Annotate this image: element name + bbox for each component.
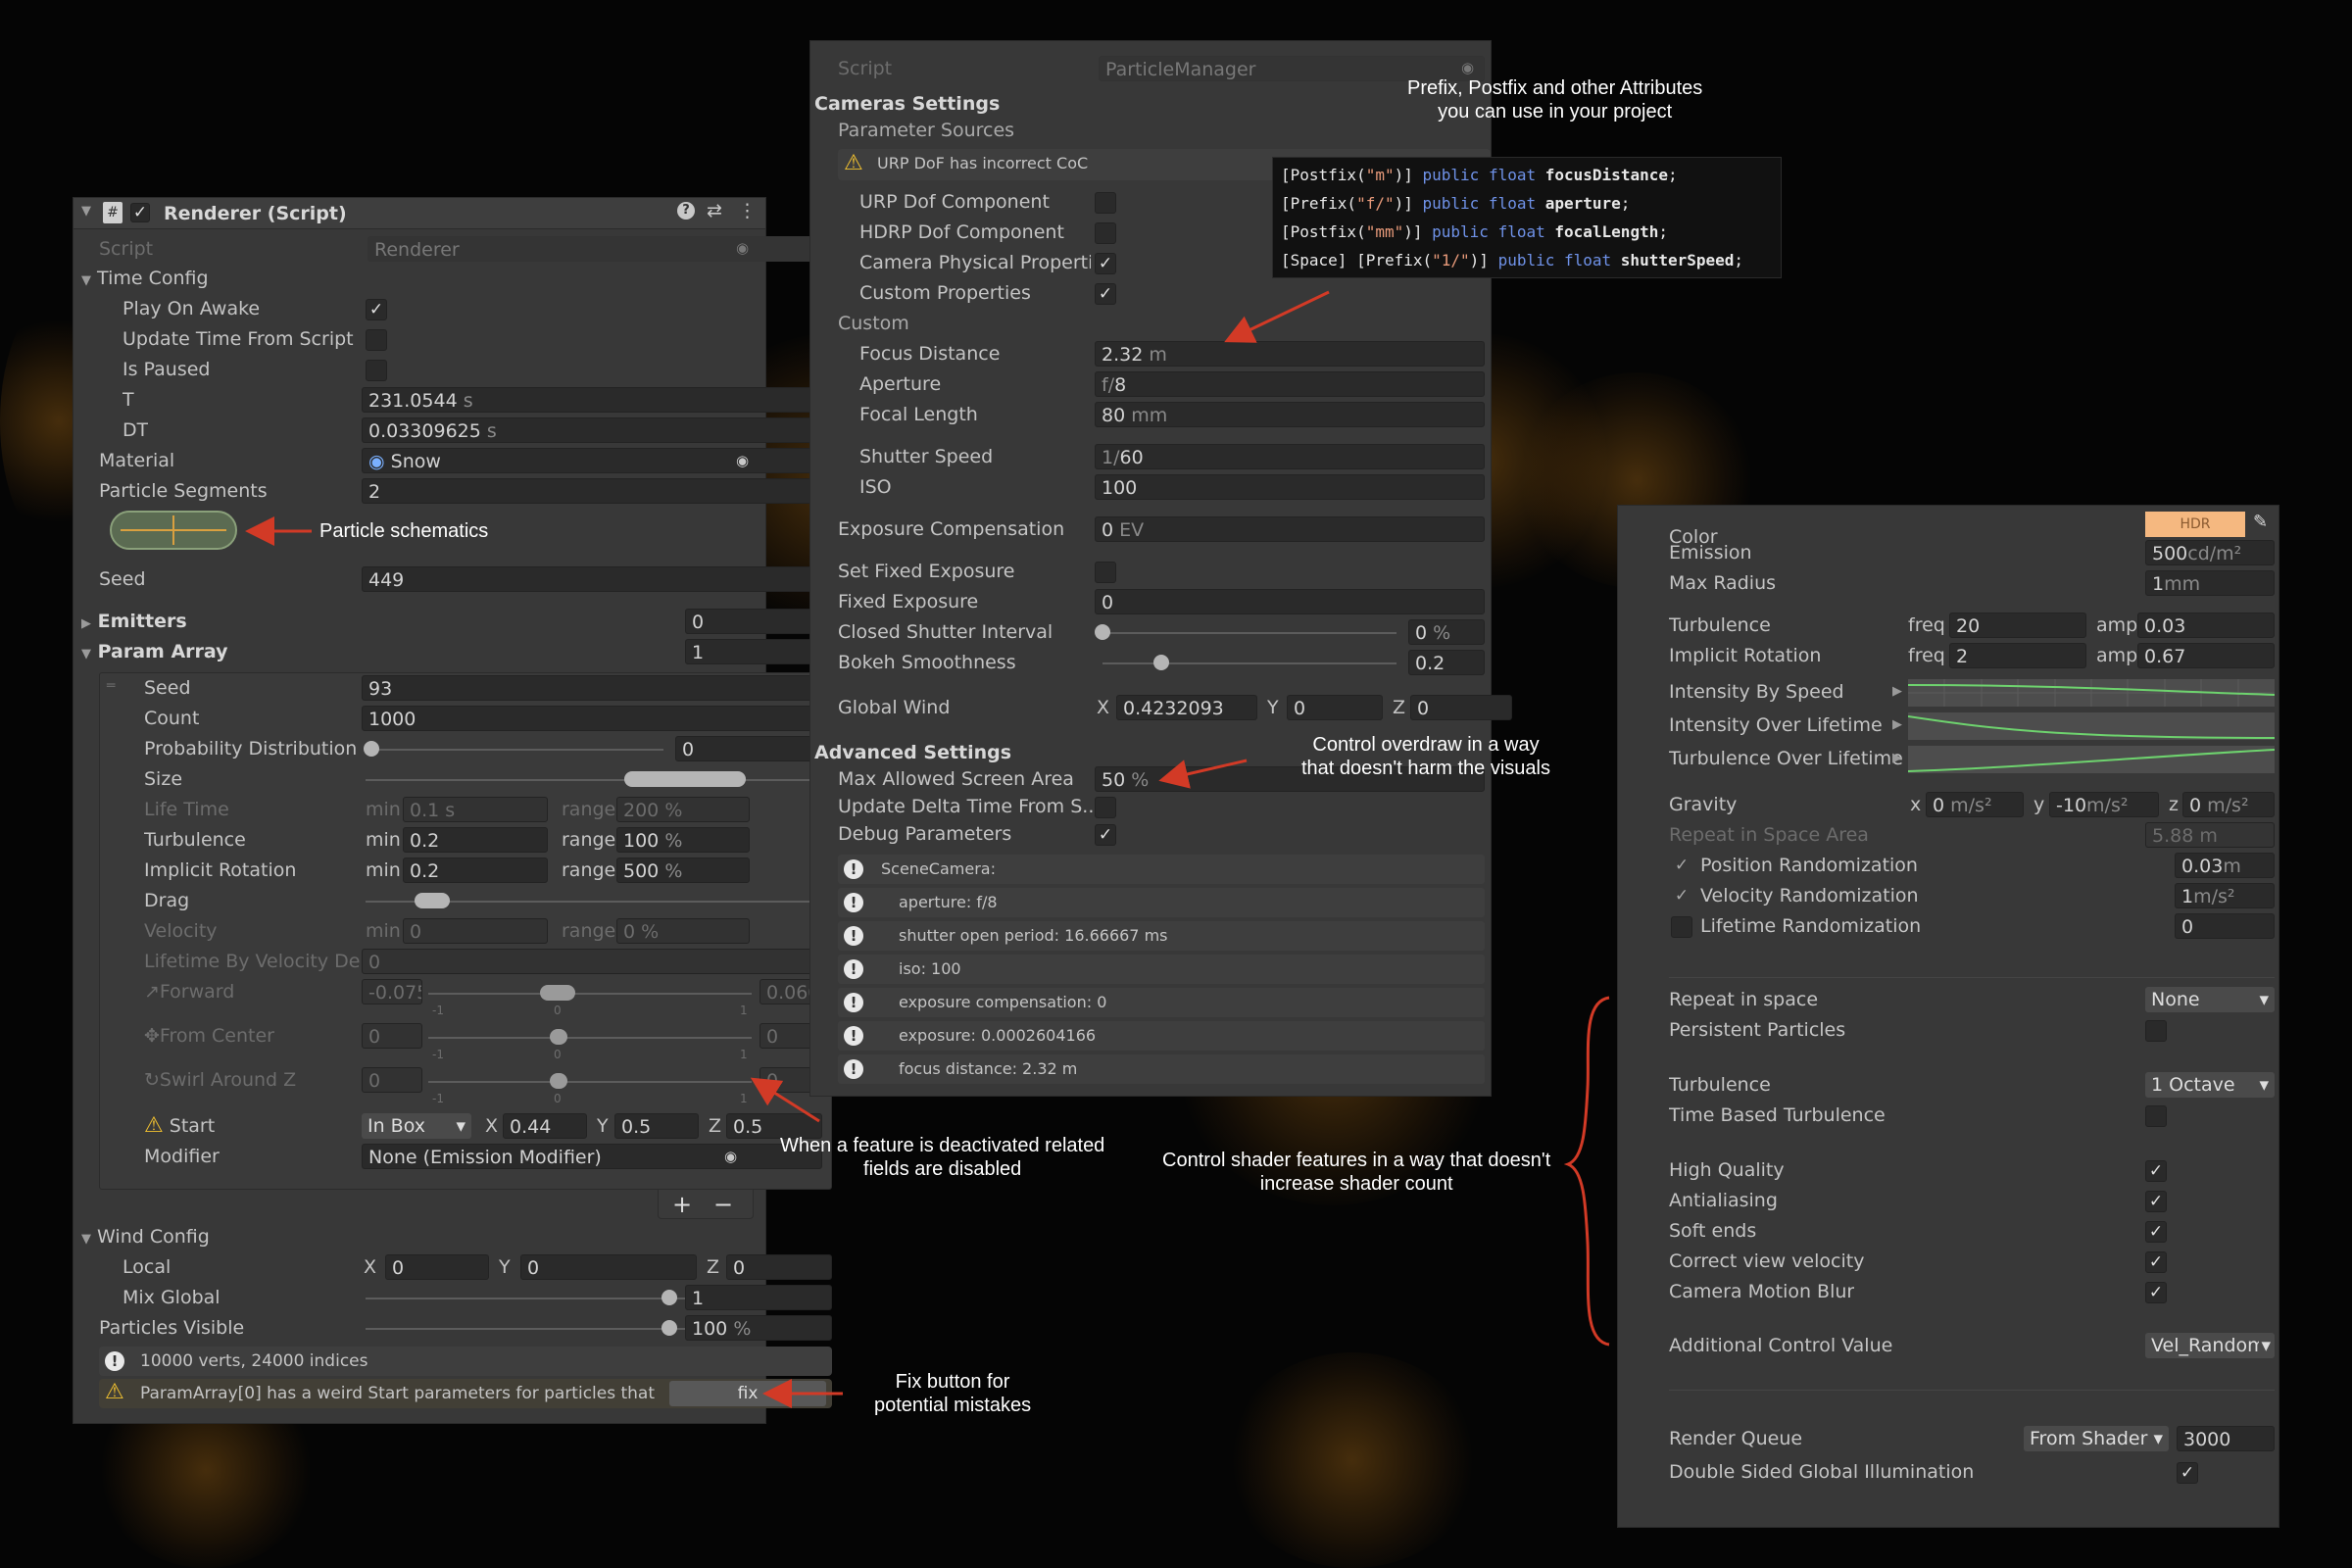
annotation-text: increase shader count — [1259, 1173, 1453, 1195]
annotation-particle-schematics: Particle schematics — [319, 519, 488, 543]
arrow-disabled — [750, 1077, 820, 1123]
annotation-shader: Control shader features in a way that do… — [1162, 1149, 1550, 1196]
arrow-attributes — [1224, 290, 1330, 343]
annotation-text: Control overdraw in a way — [1312, 734, 1540, 756]
brace-shader-features — [1563, 996, 1610, 1347]
annotation-text: that doesn't harm the visuals — [1301, 758, 1550, 779]
annotation-overdraw: Control overdraw in a way that doesn't ha… — [1301, 733, 1550, 780]
annotation-attributes: Prefix, Postfix and other Attributes you … — [1407, 76, 1702, 123]
annotation-disabled: When a feature is deactivated related fie… — [780, 1134, 1104, 1181]
annotation-fix-button: Fix button for potential mistakes — [874, 1370, 1031, 1417]
annotation-text: Fix button for — [895, 1371, 1010, 1393]
annotation-arrows-layer — [245, 290, 1610, 1408]
annotation-text: When a feature is deactivated related — [780, 1135, 1105, 1156]
annotation-text: Control shader features in a way that do… — [1162, 1150, 1551, 1171]
annotation-text: potential mistakes — [874, 1395, 1032, 1416]
annotation-text: Prefix, Postfix and other Attributes — [1407, 77, 1703, 99]
annotation-text: fields are disabled — [863, 1158, 1022, 1180]
annotation-text: you can use in your project — [1438, 101, 1673, 122]
arrow-overdraw — [1158, 759, 1248, 789]
annotation-text: Particle schematics — [319, 520, 489, 542]
